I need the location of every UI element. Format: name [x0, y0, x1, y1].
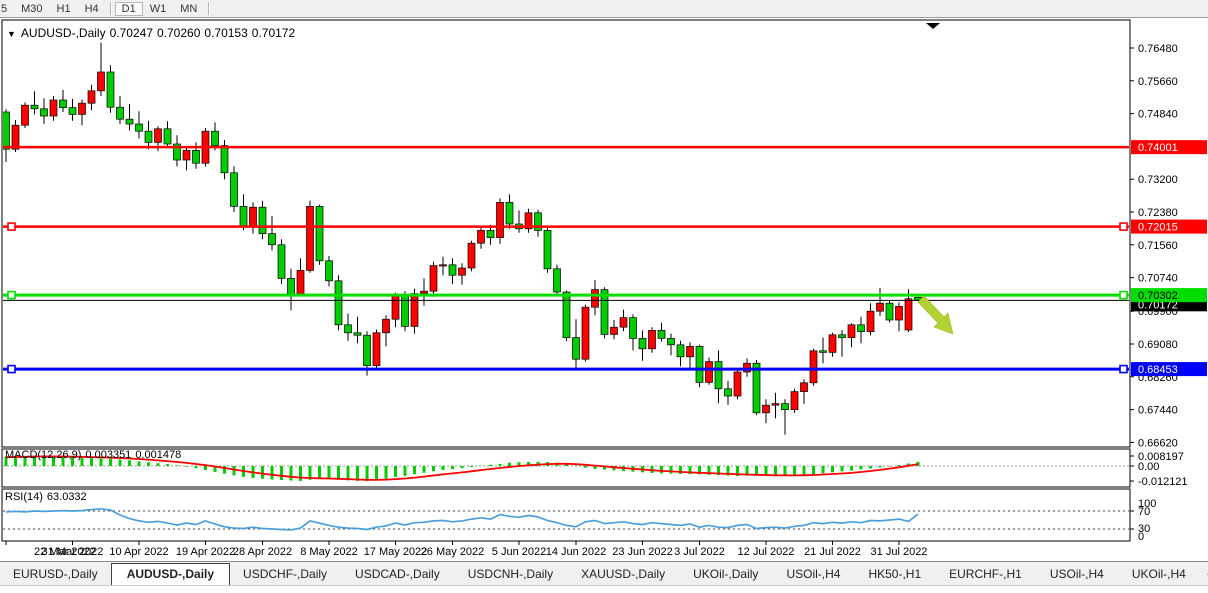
macd-scale-label: -0.012121 — [1138, 476, 1188, 488]
chart-canvas[interactable]: 0.76480 0.75660 0.74840 0.73200 0.72380 0.715… — [0, 0, 1208, 561]
macd-title: MACD(12,26,9) — [5, 449, 81, 461]
support-line-blue-handle[interactable] — [1120, 366, 1127, 373]
date-axis-label: 5 Jun 2022 — [492, 546, 546, 558]
rsi-level-label: 70 — [1138, 506, 1150, 518]
chart-tab-eurusd-daily[interactable]: EURUSD-,Daily — [0, 564, 111, 585]
ohlc-close: 0.70172 — [252, 26, 295, 40]
ohlc-open: 0.70247 — [110, 26, 153, 40]
date-axis-label: 28 Apr 2022 — [233, 546, 292, 558]
chart-tab-ukoil-h4[interactable]: UKOil-,H4 — [1119, 564, 1199, 585]
symbol-label: AUDUSD-,Daily — [21, 26, 106, 40]
svg-text:0.70302: 0.70302 — [1138, 290, 1178, 302]
support-line-blue-handle[interactable] — [8, 366, 15, 373]
date-axis-label: 8 May 2022 — [300, 546, 357, 558]
svg-text:0.74001: 0.74001 — [1138, 142, 1178, 154]
rsi-level-label: 0 — [1138, 531, 1144, 543]
chart-tab-bar: EURUSD-,DailyAUDUSD-,DailyUSDCHF-,DailyU… — [0, 561, 1208, 585]
chart-tab-ukoil-daily[interactable]: UKOil-,Daily — [680, 564, 771, 585]
date-axis-label: 10 Apr 2022 — [109, 546, 168, 558]
date-axis-label: 3 Jul 2022 — [674, 546, 725, 558]
resistance-line-2-handle[interactable] — [1120, 223, 1127, 230]
date-axis-label: 19 Apr 2022 — [176, 546, 235, 558]
date-axis-label: 14 Jun 2022 — [546, 546, 607, 558]
macd-signal-value: 0.001478 — [135, 449, 181, 461]
price-axis-tick: 0.70740 — [1138, 273, 1178, 285]
chart-tab-usoil-h4[interactable]: USOil-,H4 — [1037, 564, 1117, 585]
chart-tab-hk50-h1[interactable]: HK50-,H1 — [855, 564, 934, 585]
price-axis-tick: 0.73200 — [1138, 174, 1178, 186]
chart-shift-triangle-icon[interactable] — [926, 23, 940, 29]
price-axis-tick: 0.69080 — [1138, 339, 1178, 351]
candlestick-series — [3, 43, 922, 435]
rsi-line — [6, 509, 918, 530]
rsi-value: 63.0332 — [47, 491, 87, 503]
macd-scale-label: 0.00 — [1138, 461, 1159, 473]
rsi-panel — [3, 509, 1129, 530]
date-axis-label: 31 Jul 2022 — [871, 546, 928, 558]
chart-tab-xauusd-daily[interactable]: XAUUSD-,Daily — [568, 564, 678, 585]
price-axis-tick: 0.74840 — [1138, 109, 1178, 121]
chart-header: ▼ AUDUSD-,Daily 0.70247 0.70260 0.70153 0.701… — [7, 26, 299, 40]
rsi-title: RSI(14) — [5, 491, 43, 503]
price-axis-tick: 0.72380 — [1138, 207, 1178, 219]
svg-text:0.72015: 0.72015 — [1138, 222, 1178, 234]
terminal-window: 5M30H1H4D1W1MN ▼AUDUSD-,Daily0.702470.70… — [0, 0, 1208, 593]
chart-tab-usdcnh-daily[interactable]: USDCNH-,Daily — [455, 564, 566, 585]
chart-tab-usdchf-daily[interactable]: USDCHF-,Daily — [230, 564, 340, 585]
support-line-green-handle[interactable] — [8, 292, 15, 299]
chart-tab-eurchf-h1[interactable]: EURCHF-,H1 — [936, 564, 1035, 585]
macd-main-value: 0.003351 — [85, 449, 131, 461]
collapse-triangle-icon[interactable]: ▼ — [7, 29, 16, 39]
resistance-line-2-handle[interactable] — [8, 223, 15, 230]
chart-tab-audusd-daily[interactable]: AUDUSD-,Daily — [111, 563, 230, 586]
window-bottom-strip — [0, 585, 1208, 593]
price-axis-tick: 0.76480 — [1138, 43, 1178, 55]
date-axis-label: 12 Jul 2022 — [738, 546, 795, 558]
sell-direction-arrow-annotation[interactable] — [918, 296, 953, 334]
price-axis-tick: 0.71560 — [1138, 240, 1178, 252]
rsi-indicator-label: RSI(14) 63.0332 — [5, 491, 91, 503]
support-line-green-handle[interactable] — [1120, 292, 1127, 299]
svg-text:0.68453: 0.68453 — [1138, 364, 1178, 376]
macd-indicator-label: MACD(12,26,9) 0.003351 0.001478 — [5, 449, 185, 461]
date-axis-label: 21 Jul 2022 — [804, 546, 861, 558]
date-axis-label: 17 May 2022 — [364, 546, 428, 558]
date-axis-label: 23 Jun 2022 — [612, 546, 673, 558]
date-axis-label: 31 Mar 2022 — [42, 546, 104, 558]
price-axis-tick: 0.75660 — [1138, 76, 1178, 88]
chart-tab-usdcad-daily[interactable]: USDCAD-,Daily — [342, 564, 453, 585]
price-axis-tick: 0.67440 — [1138, 405, 1178, 417]
chart-tab-usoil-h4[interactable]: USOil-,H4 — [773, 564, 853, 585]
price-axis-tick: 0.66620 — [1138, 437, 1178, 449]
date-axis-label: 26 May 2022 — [421, 546, 485, 558]
ohlc-high: 0.70260 — [157, 26, 200, 40]
ohlc-low: 0.70153 — [204, 26, 247, 40]
